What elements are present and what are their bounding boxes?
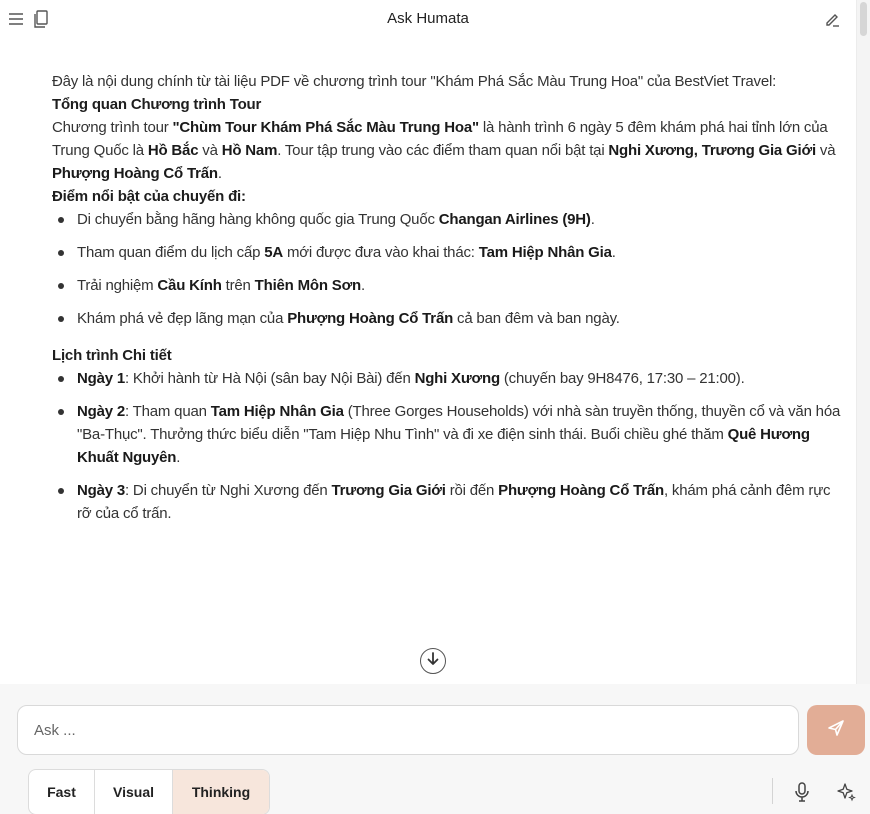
- list-item: Ngày 2: Tham quan Tam Hiệp Nhân Gia (Thr…: [52, 400, 842, 469]
- overview-heading: Tổng quan Chương trình Tour: [52, 96, 262, 113]
- mode-thinking-button[interactable]: Thinking: [173, 770, 269, 814]
- microphone-icon[interactable]: [790, 780, 814, 804]
- send-icon: [827, 719, 845, 742]
- page-title: Ask Humata: [387, 10, 469, 27]
- mode-selector: Fast Visual Thinking: [28, 769, 270, 814]
- overview-paragraph: Chương trình tour "Chùm Tour Khám Phá Sắ…: [52, 119, 836, 182]
- list-item: Ngày 3: Di chuyển từ Nghi Xương đến Trươ…: [52, 479, 842, 525]
- itinerary-heading: Lịch trình Chi tiết: [52, 347, 172, 364]
- list-item: Ngày 1: Khởi hành từ Hà Nội (sân bay Nội…: [52, 367, 842, 390]
- sparkle-icon[interactable]: [834, 780, 858, 804]
- assistant-response: Đây là nội dung chính từ tài liệu PDF về…: [52, 70, 842, 535]
- ask-input[interactable]: [17, 705, 799, 755]
- scrollbar-thumb[interactable]: [860, 2, 867, 36]
- top-bar: Ask Humata: [0, 0, 856, 38]
- list-item: Tham quan điểm du lịch cấp 5A mới được đ…: [52, 241, 842, 264]
- scrollbar[interactable]: [856, 0, 870, 684]
- mode-fast-button[interactable]: Fast: [29, 770, 95, 814]
- send-button[interactable]: [807, 705, 865, 755]
- highlights-list: Di chuyển bằng hãng hàng không quốc gia …: [52, 208, 842, 330]
- mode-visual-button[interactable]: Visual: [95, 770, 173, 814]
- divider: [772, 778, 773, 804]
- list-item: Trải nghiệm Cầu Kính trên Thiên Môn Sơn.: [52, 274, 842, 297]
- intro-text: Đây là nội dung chính từ tài liệu PDF về…: [52, 73, 777, 90]
- scroll-down-button[interactable]: [420, 648, 446, 674]
- edit-icon[interactable]: [822, 9, 842, 29]
- arrow-down-icon: [427, 651, 439, 671]
- list-item: Khám phá vẻ đẹp lãng mạn của Phượng Hoàn…: [52, 307, 842, 330]
- list-item: Di chuyển bằng hãng hàng không quốc gia …: [52, 208, 842, 231]
- itinerary-list: Ngày 1: Khởi hành từ Hà Nội (sân bay Nội…: [52, 367, 842, 525]
- highlights-heading: Điểm nổi bật của chuyến đi:: [52, 188, 246, 205]
